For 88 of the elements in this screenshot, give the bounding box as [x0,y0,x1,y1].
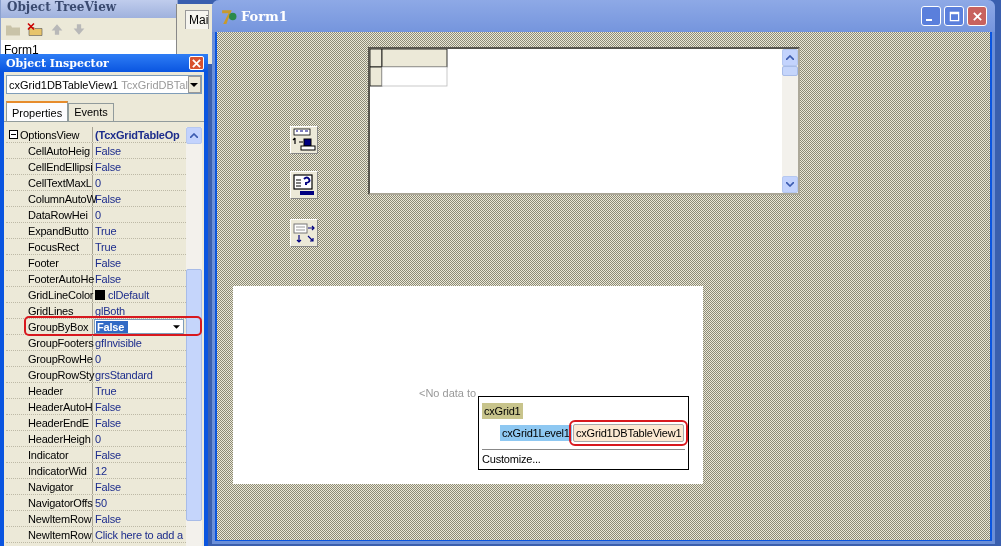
query-icon[interactable] [290,171,318,199]
dropdown-button[interactable] [187,76,201,93]
property-name[interactable]: GroupRowSty [28,368,95,381]
property-value[interactable]: 0 [95,208,101,221]
close-button[interactable] [967,6,987,26]
maximize-button[interactable] [944,6,964,26]
property-name[interactable]: OptionsView [20,128,80,141]
object-type: TcxGridDBTal [121,78,188,91]
property-name[interactable]: CellTextMaxL [28,176,92,189]
close-icon [971,10,983,22]
property-value[interactable]: 0 [95,432,101,445]
property-value[interactable]: False [95,512,121,525]
property-name[interactable]: CellEndEllipsi [28,160,93,173]
property-value[interactable]: True [95,240,117,253]
caret-icon [190,82,199,87]
property-name[interactable]: HeaderAutoH [28,400,93,413]
tab[interactable]: Properties [6,101,69,121]
property-name[interactable]: Indicator [28,448,69,461]
scroll-thumb[interactable] [782,66,798,76]
customize-link[interactable]: Customize... [482,453,685,465]
property-value[interactable]: False [95,480,121,493]
property-value[interactable]: gfInvisible [95,336,142,349]
property-name[interactable]: HeaderEndE [28,416,89,429]
property-name[interactable]: GroupRowHe [28,352,93,365]
property-name[interactable]: GroupByBox [28,320,89,333]
tree-item[interactable]: Form1 [4,43,174,57]
property-value[interactable]: True [95,384,117,397]
property-value[interactable]: False [95,160,121,173]
property-value[interactable]: False [95,416,121,429]
window-title: Object TreeView [7,0,117,14]
data-source-icon[interactable] [290,219,318,247]
data-grid[interactable] [368,47,800,195]
property-value[interactable]: Click here to add a [95,528,183,541]
property-name[interactable]: GridLines [28,304,74,317]
grid-control[interactable]: <No data to cxGrid1 cxGrid1Level1 cxGrid1DBTableView1 Customize... [233,286,703,484]
property-value[interactable]: True [95,224,117,237]
tab[interactable]: Events [68,103,114,121]
property-name[interactable]: DataRowHei [28,208,88,221]
database-connection-icon[interactable] [290,126,318,154]
property-name[interactable]: FooterAutoHe [28,272,95,285]
caret-icon [173,324,180,329]
window-title: Object Inspector [6,56,109,70]
property-value[interactable]: 12 [95,464,107,477]
property-name[interactable]: Navigator [28,480,74,493]
property-name[interactable]: GridLineColor [28,288,94,301]
scrollbar[interactable] [186,127,202,546]
property-value[interactable]: False [95,256,121,269]
property-name[interactable]: HeaderHeigh [28,432,91,445]
property-name[interactable]: Footer [28,256,59,269]
object-name: cxGrid1DBTableView1 [9,78,119,91]
property-value[interactable]: False [95,400,121,413]
property-name[interactable]: IndicatorWid [28,464,87,477]
property-value[interactable]: False [95,192,121,205]
structure-item[interactable]: cxGrid1 [482,403,523,419]
property-value[interactable]: glBoth [95,304,125,317]
app-icon [220,7,237,25]
structure-item[interactable]: cxGrid1Level1 [500,425,572,441]
property-value[interactable]: clDefault [108,288,149,301]
editor-tab[interactable]: Mai [185,10,209,29]
property-name[interactable]: NavigatorOffs [28,496,93,509]
minimize-icon [926,19,932,21]
property-name[interactable]: ColumnAutoW [28,192,97,205]
property-value[interactable]: 0 [95,352,101,365]
delete-folder-icon[interactable] [27,21,43,37]
property-name[interactable]: NewItemRow [28,512,92,525]
property-value[interactable]: 50 [95,496,107,509]
empty-message: <No data to [419,387,477,399]
object-selector[interactable]: cxGrid1DBTableView1 TcxGridDBTal [6,75,202,94]
property-name[interactable]: GroupFooters [28,336,94,349]
window-title: Form1 [241,8,289,24]
property-value[interactable]: False [95,448,121,461]
property-value[interactable]: False [95,272,121,285]
property-name[interactable]: NewItemRow [28,528,92,541]
property-name[interactable]: Header [28,384,63,397]
close-icon [192,58,201,68]
property-value[interactable]: grsStandard [95,368,153,381]
property-name[interactable]: ExpandButto [28,224,89,237]
minimize-button[interactable] [921,6,941,26]
maximize-icon [948,10,960,22]
value-dropdown[interactable]: False [94,319,184,334]
property-value[interactable]: False [95,144,121,157]
scrollbar[interactable] [782,49,798,193]
property-value[interactable]: 0 [95,176,101,189]
close-button[interactable] [189,56,204,70]
collapse-icon[interactable] [9,130,18,139]
property-name[interactable]: FocusRect [28,240,79,253]
property-name[interactable]: CellAutoHeig [28,144,90,157]
property-value[interactable]: (TcxGridTableOp [93,127,186,142]
